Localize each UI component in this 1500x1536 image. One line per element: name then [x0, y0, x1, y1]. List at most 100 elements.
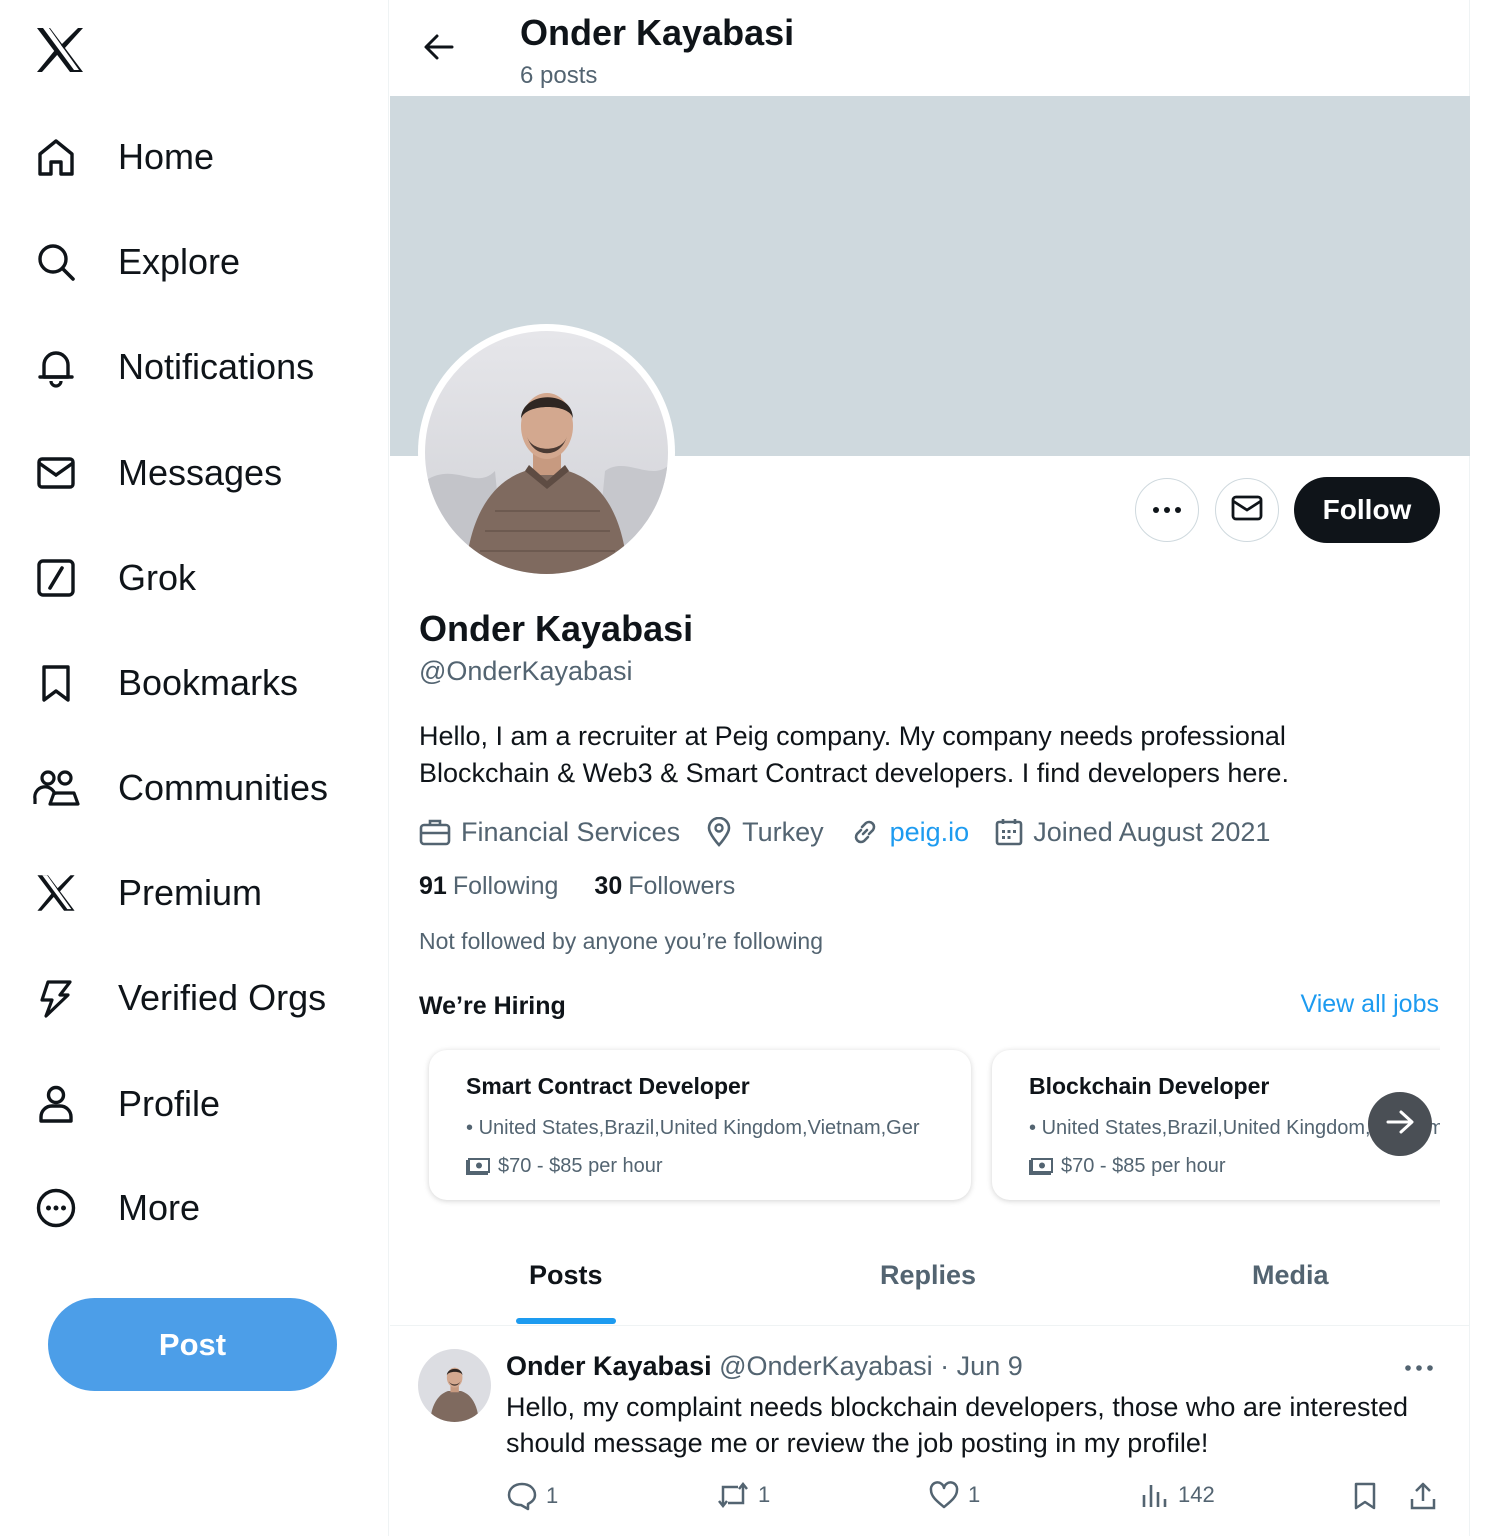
meta-website[interactable]: peig.io: [850, 817, 970, 848]
profile-header-bar: Onder Kayabasi 6 posts: [390, 0, 1470, 96]
main-column: Onder Kayabasi 6 posts Follow Onder Kaya…: [390, 0, 1470, 1536]
job-pay-text: $70 - $85 per hour: [1061, 1155, 1226, 1177]
tweet-more-button[interactable]: [1404, 1353, 1444, 1383]
arrow-right-icon: [1385, 1109, 1415, 1140]
nav-messages-label: Messages: [118, 452, 283, 493]
x-logo-icon[interactable]: [34, 26, 86, 74]
nav-profile-label: Profile: [118, 1083, 221, 1124]
nav-home[interactable]: Home: [34, 127, 214, 187]
bookmark-icon: [1354, 1482, 1376, 1510]
job-pay-text: $70 - $85 per hour: [498, 1155, 663, 1177]
nav-bookmarks-label: Bookmarks: [118, 662, 299, 703]
not-followed-text: Not followed by anyone you’re following: [419, 928, 824, 954]
meta-location: Turkey: [706, 817, 824, 848]
tweet[interactable]: Onder Kayabasi @OnderKayabasi · Jun 9 He…: [390, 1327, 1470, 1536]
reply-button[interactable]: 1: [506, 1481, 558, 1511]
envelope-icon: [32, 449, 80, 497]
tweet-header: Onder Kayabasi @OnderKayabasi · Jun 9: [506, 1351, 1023, 1382]
meta-category-text: Financial Services: [461, 816, 681, 847]
tweet-author-handle[interactable]: @OnderKayabasi: [719, 1351, 933, 1381]
more-horizontal-icon: [1152, 501, 1182, 519]
person-icon: [32, 1080, 80, 1128]
tweet-text: Hello, my complaint needs blockchain dev…: [506, 1392, 1408, 1458]
meta-website-link[interactable]: peig.io: [890, 817, 970, 848]
profile-meta: Financial Services Turkey peig.io Joined…: [419, 812, 1296, 852]
more-horizontal-icon: [1405, 1365, 1433, 1371]
reply-icon: [507, 1482, 537, 1511]
nav-more[interactable]: More: [34, 1178, 200, 1238]
carousel-next-button[interactable]: [1368, 1092, 1432, 1156]
nav-profile[interactable]: Profile: [34, 1074, 220, 1134]
nav-notifications[interactable]: Notifications: [34, 337, 314, 397]
profile-bio: Hello, I am a recruiter at Peig company.…: [419, 721, 1289, 788]
tweet-actions: 1 1 1 142: [506, 1481, 1446, 1521]
share-button[interactable]: [1408, 1481, 1446, 1511]
follow-counts: 91 Following 30 Followers: [419, 872, 771, 901]
people-icon: [32, 764, 80, 812]
meta-location-text: Turkey: [742, 816, 824, 847]
nav-verified-orgs[interactable]: Verified Orgs: [34, 968, 326, 1028]
link-icon: [854, 820, 875, 844]
job-card[interactable]: Smart Contract Developer • United States…: [429, 1050, 971, 1200]
repost-button[interactable]: 1: [716, 1481, 770, 1509]
repost-icon: [718, 1481, 748, 1509]
repost-count: 1: [758, 1482, 771, 1507]
heart-icon: [929, 1481, 959, 1509]
money-icon: [466, 1157, 490, 1175]
header-posts-count: 6 posts: [520, 62, 598, 89]
followers-link[interactable]: 30 Followers: [594, 872, 735, 901]
tab-posts[interactable]: Posts: [529, 1260, 603, 1291]
nav-explore[interactable]: Explore: [34, 232, 240, 292]
nav-grok-label: Grok: [118, 557, 197, 598]
following-count: 91: [419, 872, 447, 900]
job-pay: $70 - $85 per hour: [466, 1155, 663, 1178]
views-button[interactable]: 142: [1140, 1481, 1215, 1509]
tab-media[interactable]: Media: [1252, 1260, 1329, 1291]
tweet-date[interactable]: Jun 9: [957, 1351, 1023, 1381]
calendar-icon: [995, 819, 1023, 846]
nav-explore-label: Explore: [118, 241, 241, 282]
location-pin-icon: [707, 817, 731, 847]
bookmark-button[interactable]: [1352, 1481, 1386, 1511]
more-circle-icon: [32, 1184, 80, 1232]
money-icon: [1029, 1157, 1053, 1175]
reply-count: 1: [546, 1483, 559, 1508]
nav-premium-label: Premium: [118, 872, 263, 913]
following-link[interactable]: 91 Following: [419, 872, 558, 901]
view-all-jobs-link[interactable]: View all jobs: [1300, 990, 1439, 1019]
sidebar: Home Explore Notifications Messages Grok…: [0, 0, 389, 1536]
nav-grok[interactable]: Grok: [34, 548, 196, 608]
jobs-carousel: Smart Contract Developer • United States…: [419, 1040, 1440, 1212]
job-title: Blockchain Developer: [1029, 1073, 1270, 1099]
avatar-photo: [425, 331, 668, 574]
post-button[interactable]: Post: [48, 1298, 337, 1391]
profile-avatar[interactable]: [418, 324, 675, 581]
job-title: Smart Contract Developer: [466, 1073, 750, 1099]
nav-premium[interactable]: Premium: [34, 863, 262, 923]
nav-communities[interactable]: Communities: [32, 758, 328, 818]
job-locations-text: United States,Brazil,United Kingdom,Viet…: [478, 1117, 920, 1139]
search-icon: [32, 238, 80, 286]
bookmark-icon: [32, 659, 80, 707]
tweet-avatar[interactable]: [418, 1349, 491, 1422]
tweet-author-name[interactable]: Onder Kayabasi: [506, 1351, 712, 1381]
share-icon: [1410, 1482, 1436, 1510]
nav-messages[interactable]: Messages: [34, 443, 282, 503]
grok-icon: [32, 554, 80, 602]
followers-label: Followers: [628, 872, 736, 900]
meta-joined: Joined August 2021: [995, 817, 1270, 848]
nav-bookmarks[interactable]: Bookmarks: [34, 653, 298, 713]
envelope-icon: [1231, 495, 1263, 526]
nav-verified-orgs-label: Verified Orgs: [118, 977, 327, 1018]
header-name: Onder Kayabasi: [520, 12, 795, 53]
more-options-button[interactable]: [1135, 478, 1199, 542]
message-button[interactable]: [1215, 478, 1279, 542]
x-logo-icon: [32, 869, 80, 917]
tab-replies[interactable]: Replies: [880, 1260, 976, 1291]
like-button[interactable]: 1: [928, 1481, 980, 1509]
profile-handle: @OnderKayabasi: [419, 656, 633, 686]
back-arrow-icon[interactable]: [418, 26, 460, 68]
follow-button[interactable]: Follow: [1294, 477, 1440, 543]
nav-more-label: More: [118, 1187, 201, 1228]
briefcase-icon: [419, 819, 451, 846]
